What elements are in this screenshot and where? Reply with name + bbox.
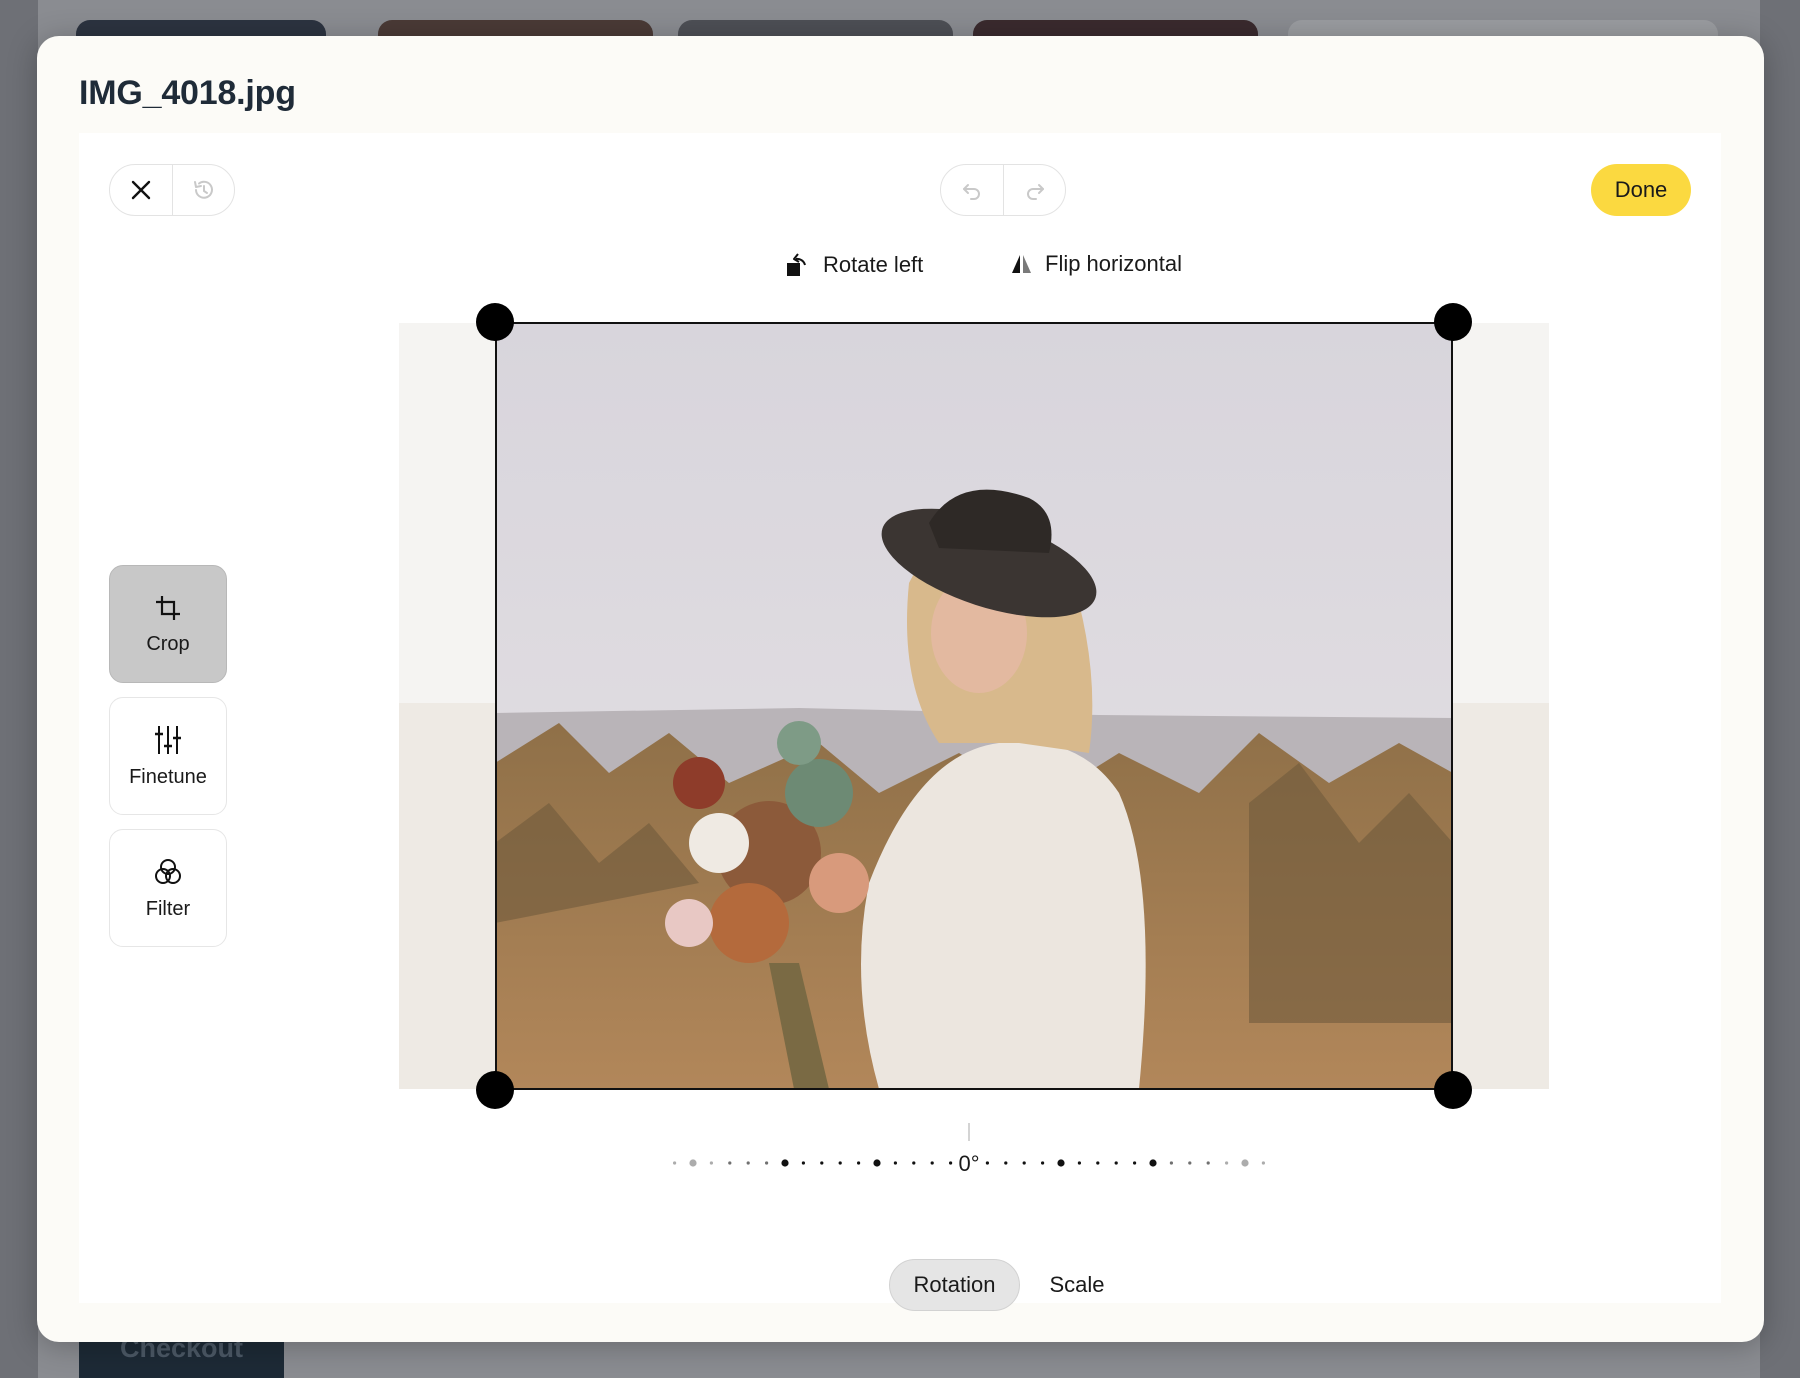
crop-handle-top-left[interactable] bbox=[476, 303, 514, 341]
dial-minor-tick bbox=[746, 1161, 750, 1165]
dial-minor-tick bbox=[912, 1161, 916, 1165]
flip-horizontal-label: Flip horizontal bbox=[1045, 251, 1182, 276]
flip-horizontal-button[interactable]: Flip horizontal bbox=[1009, 251, 1182, 277]
dial-minor-tick bbox=[1096, 1161, 1100, 1165]
undo-button[interactable] bbox=[941, 165, 1003, 215]
tool-finetune-label: Finetune bbox=[129, 765, 207, 788]
crop-handle-top-right[interactable] bbox=[1434, 303, 1472, 341]
rotation-value: 0° bbox=[958, 1151, 980, 1176]
dial-minor-tick bbox=[1206, 1161, 1210, 1165]
dial-minor-tick bbox=[1004, 1161, 1008, 1165]
image-editor-modal: IMG_4018.jpg Done Rotate left Flip horiz… bbox=[37, 36, 1764, 1342]
filter-icon bbox=[155, 858, 181, 884]
crop-frame[interactable] bbox=[495, 322, 1453, 1090]
dial-minor-tick bbox=[1133, 1161, 1137, 1165]
dial-major-tick bbox=[1057, 1159, 1065, 1167]
history-icon bbox=[193, 180, 213, 199]
dial-minor-tick bbox=[728, 1161, 732, 1165]
tool-filter-label: Filter bbox=[145, 897, 191, 920]
tool-crop-label: Crop bbox=[146, 632, 190, 655]
redo-icon bbox=[1026, 184, 1044, 200]
redo-button[interactable] bbox=[1003, 165, 1065, 215]
dial-minor-tick bbox=[765, 1161, 769, 1165]
crop-handle-bottom-right[interactable] bbox=[1434, 1071, 1472, 1109]
dial-minor-tick bbox=[1188, 1161, 1192, 1165]
dial-minor-tick bbox=[673, 1161, 677, 1165]
crop-icon bbox=[156, 595, 180, 620]
dial-major-tick bbox=[1149, 1159, 1157, 1167]
rotation-dial[interactable]: 0° bbox=[619, 1123, 1319, 1183]
dial-minor-tick bbox=[1225, 1161, 1229, 1165]
dial-major-tick bbox=[873, 1159, 881, 1167]
close-revert-group bbox=[109, 164, 235, 216]
rotate-left-icon bbox=[787, 253, 806, 276]
done-button[interactable]: Done bbox=[1591, 164, 1691, 216]
dial-minor-tick bbox=[1022, 1161, 1026, 1165]
tool-crop[interactable]: Crop bbox=[109, 565, 227, 683]
revert-button[interactable] bbox=[172, 165, 234, 215]
dial-minor-tick bbox=[1114, 1161, 1118, 1165]
dial-minor-tick bbox=[801, 1161, 805, 1165]
crop-handle-bottom-left[interactable] bbox=[476, 1071, 514, 1109]
flip-horizontal-icon bbox=[1012, 255, 1031, 273]
dial-minor-tick bbox=[709, 1161, 713, 1165]
tool-filter[interactable]: Filter bbox=[109, 829, 227, 947]
tool-finetune[interactable]: Finetune bbox=[109, 697, 227, 815]
dial-minor-tick bbox=[930, 1161, 934, 1165]
dial-minor-tick bbox=[1077, 1161, 1081, 1165]
close-button[interactable] bbox=[110, 165, 172, 215]
editor-panel: Done Rotate left Flip horizontal Crop Fi… bbox=[79, 133, 1721, 1311]
tab-scale[interactable]: Scale bbox=[1027, 1259, 1127, 1311]
rotate-left-label: Rotate left bbox=[823, 252, 924, 277]
dial-major-tick bbox=[689, 1159, 697, 1167]
dial-minor-tick bbox=[820, 1161, 824, 1165]
sliders-icon bbox=[155, 725, 181, 754]
modal-title: IMG_4018.jpg bbox=[79, 74, 296, 112]
dial-minor-tick bbox=[893, 1161, 897, 1165]
tab-rotation[interactable]: Rotation bbox=[889, 1259, 1020, 1311]
dial-minor-tick bbox=[1041, 1161, 1045, 1165]
dial-minor-tick bbox=[857, 1161, 861, 1165]
dial-major-tick bbox=[1241, 1159, 1249, 1167]
rotate-left-button[interactable]: Rotate left bbox=[785, 251, 923, 279]
dial-minor-tick bbox=[1261, 1161, 1265, 1165]
close-icon bbox=[131, 180, 151, 200]
dial-minor-tick bbox=[838, 1161, 842, 1165]
dial-minor-tick bbox=[1169, 1161, 1173, 1165]
dial-major-tick bbox=[781, 1159, 789, 1167]
undo-icon bbox=[963, 184, 980, 200]
undo-redo-group bbox=[940, 164, 1066, 216]
